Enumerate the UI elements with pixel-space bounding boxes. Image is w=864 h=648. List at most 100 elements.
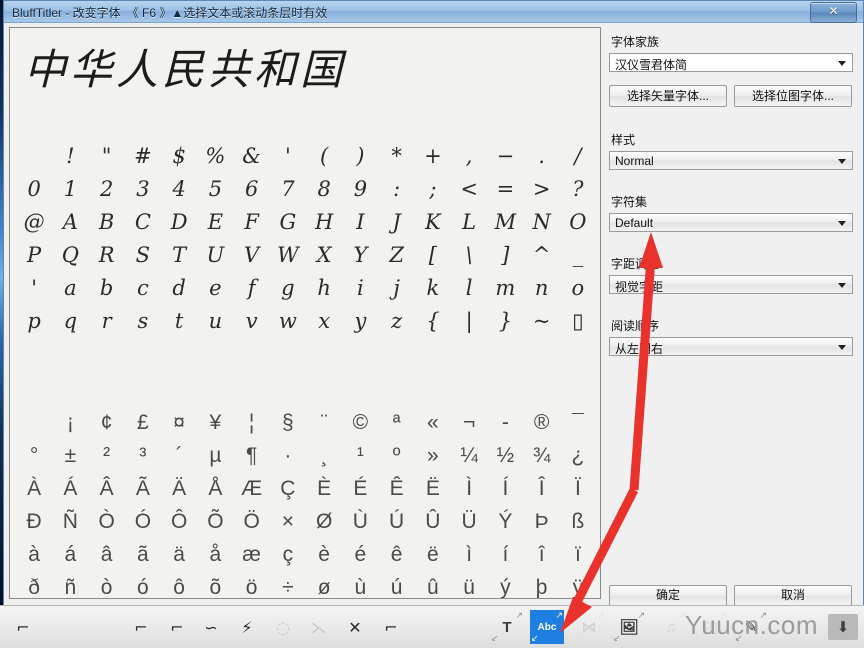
charmap-cell[interactable]: /	[560, 140, 596, 173]
charmap-cell[interactable]: ã	[125, 538, 161, 571]
charmap-cell[interactable]: n	[524, 272, 560, 305]
download-icon[interactable]: ⬇	[828, 614, 858, 640]
charmap-cell[interactable]: \	[451, 239, 487, 272]
charmap-cell[interactable]: Z	[379, 239, 415, 272]
ok-button[interactable]: 确定	[609, 585, 727, 606]
charmap-cell[interactable]: Ö	[234, 505, 270, 538]
charmap-cell[interactable]: ~	[524, 305, 560, 338]
charmap-cell[interactable]: Ñ	[52, 505, 88, 538]
charmap-cell[interactable]: T	[161, 239, 197, 272]
charmap-cell[interactable]: R	[89, 239, 125, 272]
charmap-cell[interactable]: ù	[342, 571, 378, 598]
charmap-cell[interactable]: ï	[560, 538, 596, 571]
cancel-button[interactable]: 取消	[734, 585, 852, 606]
charmap-cell[interactable]: M	[487, 206, 523, 239]
charmap-cell[interactable]: »	[415, 439, 451, 472]
charmap-cell[interactable]: >	[524, 173, 560, 206]
charmap-cell[interactable]: x	[306, 305, 342, 338]
charmap-cell[interactable]: L	[451, 206, 487, 239]
charmap-cell[interactable]: !	[52, 140, 88, 173]
charmap-cell[interactable]: µ	[197, 439, 233, 472]
charmap-cell[interactable]: î	[524, 538, 560, 571]
charmap-cell[interactable]: Q	[52, 239, 88, 272]
charmap-cell[interactable]: Ã	[125, 472, 161, 505]
charmap-cell[interactable]: õ	[197, 571, 233, 598]
charmap-cell[interactable]: ò	[89, 571, 125, 598]
charmap-cell[interactable]: ö	[234, 571, 270, 598]
add-picture-layer-button[interactable]: 🖼 ↗ ↙	[612, 610, 646, 644]
charmap-cell[interactable]: Á	[52, 472, 88, 505]
charmap-cell[interactable]: ô	[161, 571, 197, 598]
charmap-cell[interactable]: J	[379, 206, 415, 239]
charmap-cell[interactable]: ø	[306, 571, 342, 598]
charmap-cell[interactable]: A	[52, 206, 88, 239]
charmap-cell[interactable]	[16, 140, 52, 173]
charmap-cell[interactable]: 6	[234, 173, 270, 206]
select-bitmap-font-button[interactable]: 选择位图字体...	[734, 85, 852, 107]
charmap-cell[interactable]: ¸	[306, 439, 342, 472]
charmap-cell[interactable]: ´	[161, 439, 197, 472]
charmap-cell[interactable]: ¶	[234, 439, 270, 472]
charmap-cell[interactable]: q	[52, 305, 88, 338]
charmap-cell[interactable]: ª	[379, 406, 415, 439]
charmap-cell[interactable]: Þ	[524, 505, 560, 538]
charmap-cell[interactable]: N	[524, 206, 560, 239]
charmap-cell[interactable]: "	[89, 140, 125, 173]
charmap-cell[interactable]: ·	[270, 439, 306, 472]
charmap-cell[interactable]: 9	[342, 173, 378, 206]
charmap-cell[interactable]: y	[342, 305, 378, 338]
charmap-cell[interactable]: Ô	[161, 505, 197, 538]
charmap-cell[interactable]: ▯	[560, 305, 596, 338]
charmap-cell[interactable]: e	[197, 272, 233, 305]
charmap-cell[interactable]: l	[451, 272, 487, 305]
charmap-cell[interactable]: _	[560, 239, 596, 272]
charmap-cell[interactable]: W	[270, 239, 306, 272]
charmap-cell[interactable]: Y	[342, 239, 378, 272]
charmap-cell[interactable]: m	[487, 272, 523, 305]
charmap-cell[interactable]: þ	[524, 571, 560, 598]
charmap-cell[interactable]: Ü	[451, 505, 487, 538]
charmap-cell[interactable]: ß	[560, 505, 596, 538]
charmap-cell[interactable]: $	[161, 140, 197, 173]
charmap-cell[interactable]: =	[487, 173, 523, 206]
charmap-cell[interactable]: Û	[415, 505, 451, 538]
charmap-cell[interactable]: ü	[451, 571, 487, 598]
charmap-cell[interactable]: «	[415, 406, 451, 439]
add-audio-layer-button[interactable]: ♫ ↗ ↙	[654, 610, 688, 644]
charmap-cell[interactable]: ÷	[270, 571, 306, 598]
charmap-cell[interactable]: ?	[560, 173, 596, 206]
charmap-cell[interactable]: ¥	[197, 406, 233, 439]
charmap-cell[interactable]: Ï	[560, 472, 596, 505]
charmap-cell[interactable]: É	[342, 472, 378, 505]
charmap-cell[interactable]: <	[451, 173, 487, 206]
charmap-cell[interactable]: ,	[451, 140, 487, 173]
charmap-cell[interactable]: I	[342, 206, 378, 239]
charmap-cell[interactable]: G	[270, 206, 306, 239]
charmap-cell[interactable]: ©	[342, 406, 378, 439]
charmap-cell[interactable]: Ä	[161, 472, 197, 505]
layer-add-icon[interactable]: ⌐	[376, 612, 406, 642]
charmap-cell[interactable]: 1	[52, 173, 88, 206]
charmap-cell[interactable]: á	[52, 538, 88, 571]
charset-combo[interactable]: Default	[609, 213, 853, 232]
charmap-cell[interactable]: À	[16, 472, 52, 505]
charmap-cell[interactable]: 0	[16, 173, 52, 206]
add-text-layer-button[interactable]: T ↗ ↙	[490, 610, 524, 644]
charmap-cell[interactable]: Ë	[415, 472, 451, 505]
charmap-cell[interactable]: â	[89, 538, 125, 571]
charmap-cell[interactable]: æ	[234, 538, 270, 571]
charmap-cell[interactable]: è	[306, 538, 342, 571]
charmap-cell[interactable]: ¾	[524, 439, 560, 472]
charmap-cell[interactable]: ä	[161, 538, 197, 571]
charmap-cell[interactable]: ±	[52, 439, 88, 472]
charmap-cell[interactable]: ¦	[234, 406, 270, 439]
charmap-cell[interactable]: ¡	[52, 406, 88, 439]
charmap-cell[interactable]: ÿ	[560, 571, 596, 598]
charmap-cell[interactable]: B	[89, 206, 125, 239]
charmap-cell[interactable]: k	[415, 272, 451, 305]
charmap-cell[interactable]: v	[234, 305, 270, 338]
charmap-cell[interactable]: Ð	[16, 505, 52, 538]
charmap-cell[interactable]	[16, 406, 52, 439]
charmap-cell[interactable]: .	[524, 140, 560, 173]
charmap-cell[interactable]: ý	[487, 571, 523, 598]
